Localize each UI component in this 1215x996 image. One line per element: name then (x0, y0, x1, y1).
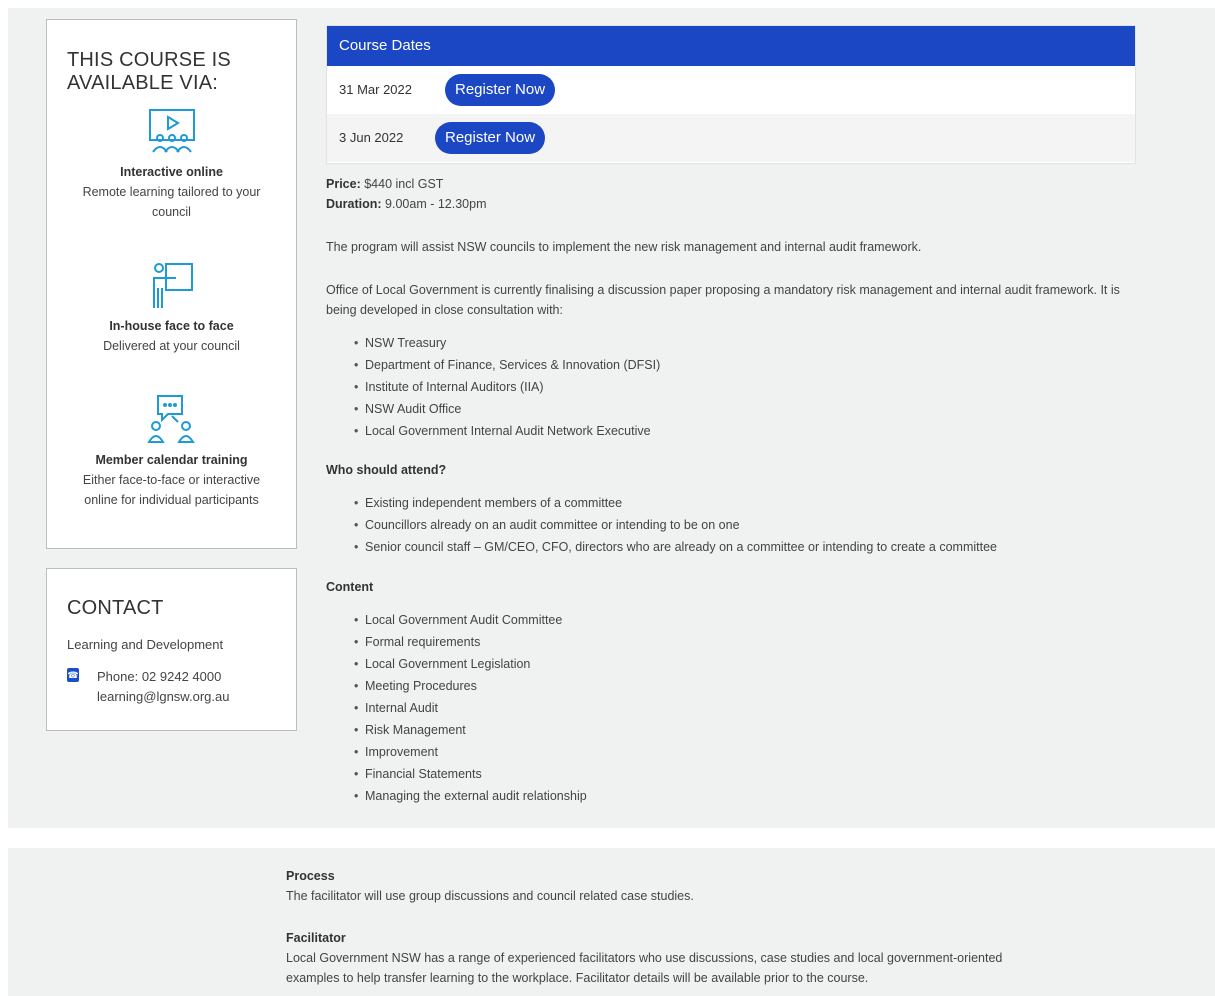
facilitator-text-line2: examples to help transfer learning to th… (286, 971, 869, 985)
mode-desc: Delivered at your council (103, 339, 240, 353)
date-row: 31 Mar 2022 Register Now (327, 66, 1135, 114)
course-date: 31 Mar 2022 (339, 82, 412, 97)
mode-title: In-house face to face (109, 319, 234, 333)
register-now-button[interactable]: Register Now (445, 74, 556, 106)
list-item: Formal requirements (354, 631, 1126, 653)
mode-in-house: In-house face to face Delivered at your … (47, 258, 296, 356)
availability-box: THIS COURSE IS AVAILABLE VIA: Interactiv… (46, 19, 297, 549)
mode-interactive-online: Interactive online Remote learning tailo… (47, 106, 296, 222)
facilitator-heading: Facilitator (286, 931, 346, 945)
course-date: 3 Jun 2022 (339, 130, 404, 145)
mode-member-calendar: Member calendar training Either face-to-… (47, 392, 296, 510)
availability-title: THIS COURSE IS AVAILABLE VIA: (67, 49, 231, 94)
list-item: Improvement (354, 741, 1126, 763)
phone-book-icon: ☎ (67, 668, 79, 682)
consultation-list: NSW Treasury Department of Finance, Serv… (326, 332, 1126, 442)
list-item: Councillors already on an audit committe… (354, 514, 1126, 536)
who-list: Existing independent members of a commit… (326, 492, 1126, 558)
list-item: Department of Finance, Services & Innova… (354, 354, 1126, 376)
course-details: Price: $440 incl GST Duration: 9.00am - … (326, 174, 1126, 807)
list-item: Meeting Procedures (354, 675, 1126, 697)
online-presentation-icon (148, 109, 195, 153)
date-row: 3 Jun 2022 Register Now (327, 114, 1135, 162)
discussion-icon (146, 395, 195, 443)
price-line: Price: $440 incl GST (326, 177, 444, 191)
content-list: Local Government Audit Committee Formal … (326, 609, 1126, 807)
list-item: Internal Audit (354, 697, 1126, 719)
facilitator-text-line1: Local Government NSW has a range of expe… (286, 951, 1003, 965)
list-item: Local Government Internal Audit Network … (354, 420, 1126, 442)
process-text: The facilitator will use group discussio… (286, 889, 694, 903)
list-item: Local Government Audit Committee (354, 609, 1126, 631)
list-item: NSW Audit Office (354, 398, 1126, 420)
list-item: Risk Management (354, 719, 1126, 741)
process-heading: Process (286, 869, 335, 883)
duration-line: Duration: 9.00am - 12.30pm (326, 197, 487, 211)
who-heading: Who should attend? (326, 463, 447, 477)
content-heading: Content (326, 580, 374, 594)
process-section: Process The facilitator will use group d… (286, 866, 1106, 906)
olg-paragraph: Office of Local Government is currently … (326, 283, 1120, 317)
list-item: Local Government Legislation (354, 653, 1126, 675)
course-dates-heading: Course Dates (327, 26, 1135, 66)
register-now-button[interactable]: Register Now (435, 122, 546, 154)
list-item: Institute of Internal Auditors (IIA) (354, 376, 1126, 398)
mode-title: Member calendar training (95, 453, 248, 467)
mode-desc: Remote learning tailored to your council (82, 185, 261, 219)
mode-desc: Either face-to-face or interactive onlin… (82, 473, 261, 507)
intro-paragraph: The program will assist NSW councils to … (326, 240, 922, 254)
mode-title: Interactive online (120, 165, 223, 179)
contact-email[interactable]: learning@lgnsw.org.au (97, 689, 229, 704)
facilitator-section: Facilitator Local Government NSW has a r… (286, 928, 1106, 988)
list-item: Existing independent members of a commit… (354, 492, 1126, 514)
contact-phone[interactable]: Phone: 02 9242 4000 (97, 669, 221, 684)
list-item: Senior council staff – GM/CEO, CFO, dire… (354, 536, 1126, 558)
list-item: NSW Treasury (354, 332, 1126, 354)
contact-dept: Learning and Development (67, 637, 224, 652)
presenter-board-icon (152, 263, 193, 308)
list-item: Managing the external audit relationship (354, 785, 1126, 807)
contact-title: CONTACT (67, 597, 164, 619)
list-item: Financial Statements (354, 763, 1126, 785)
contact-box: CONTACT Learning and Development ☎ Phone… (46, 568, 297, 731)
course-dates-table: Course Dates 31 Mar 2022 Register Now 3 … (326, 25, 1136, 164)
